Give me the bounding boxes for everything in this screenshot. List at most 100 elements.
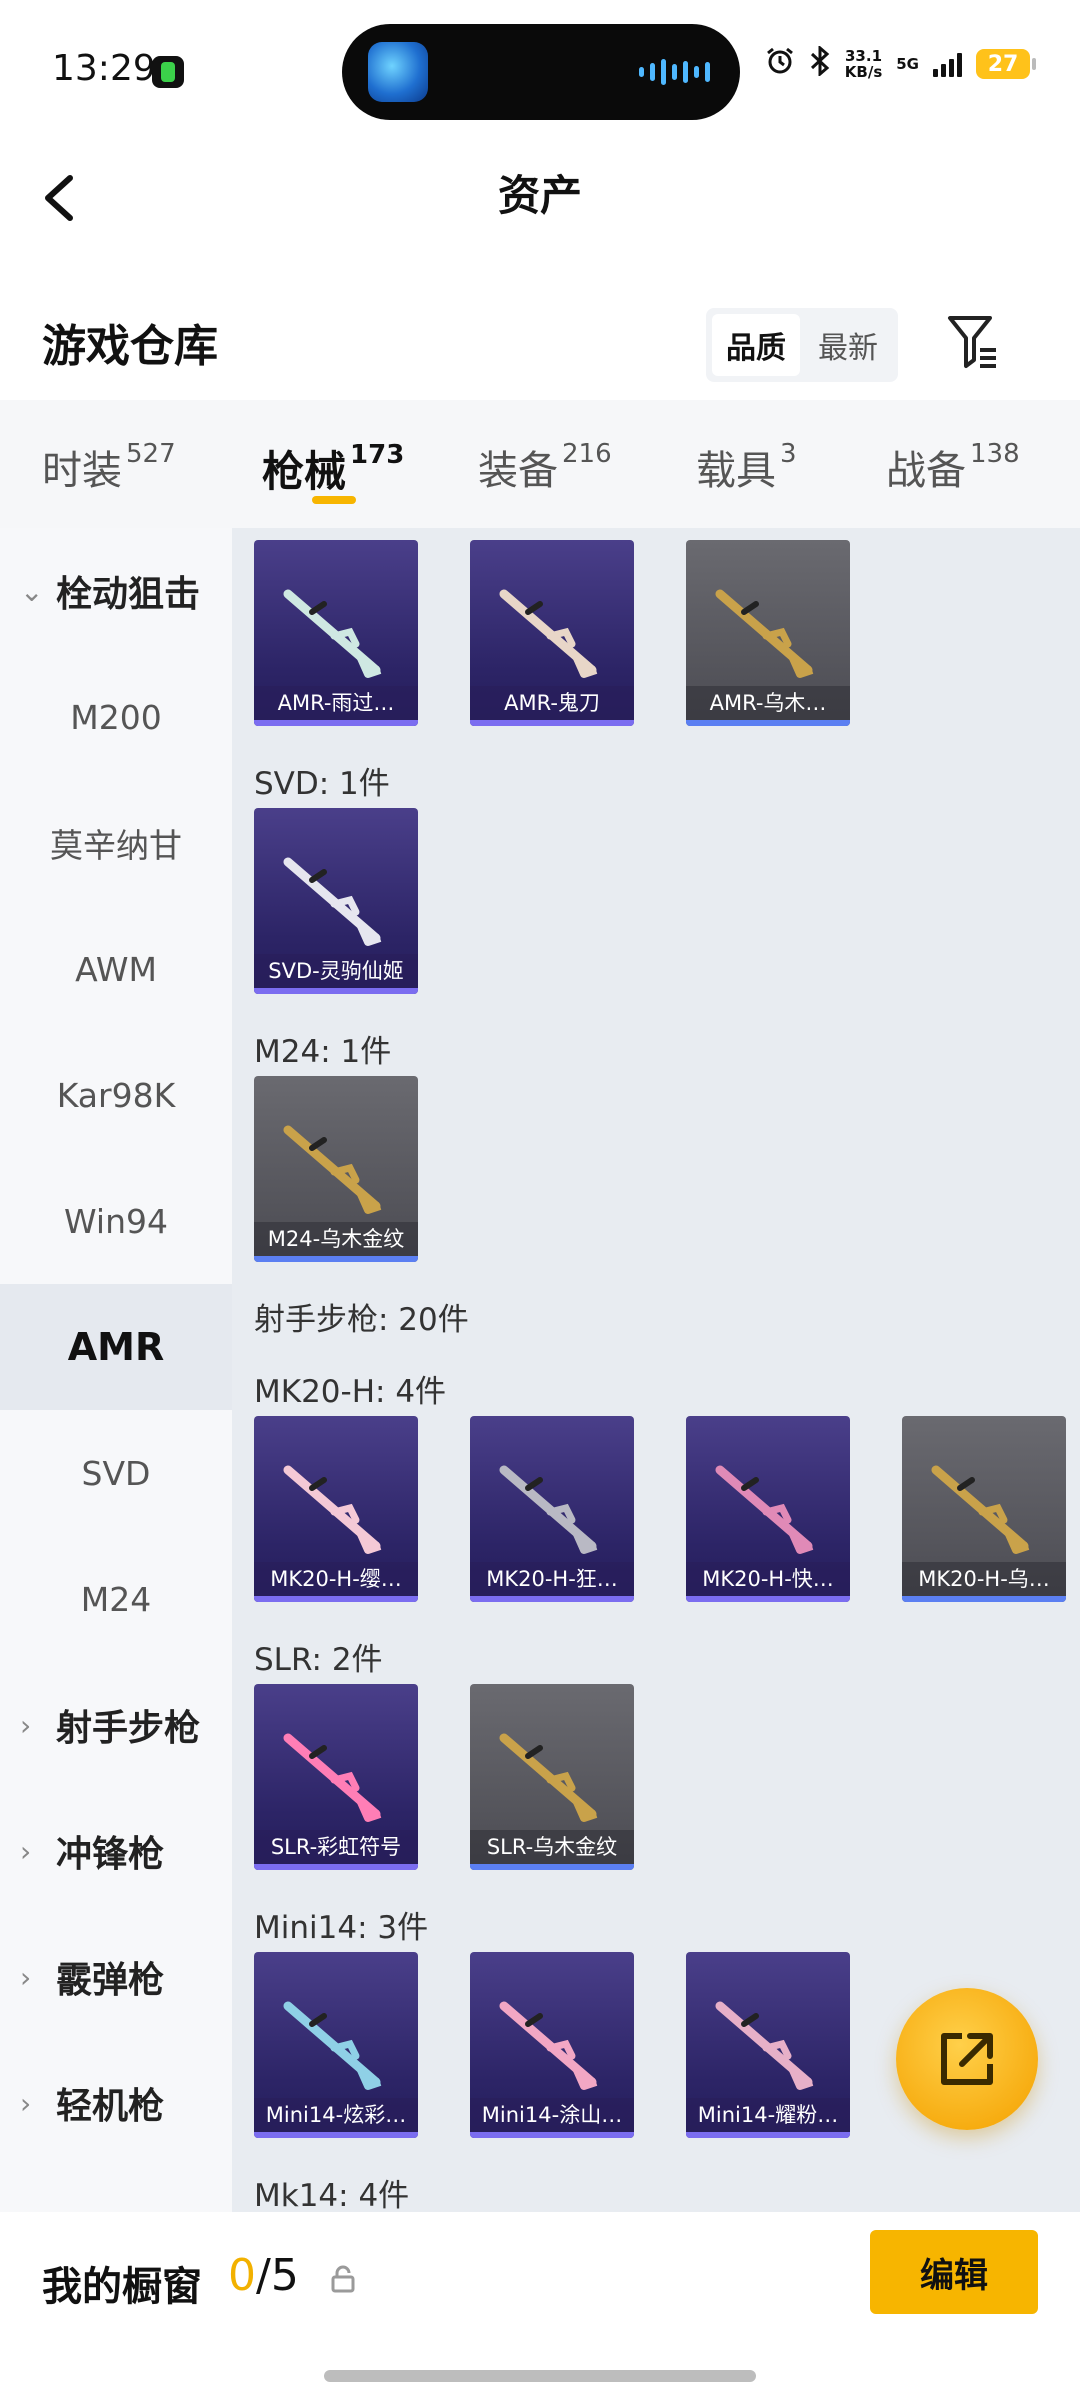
showcase-total: /5 <box>256 2250 299 2301</box>
sort-toggle: 品质 最新 <box>706 308 898 382</box>
tab-supplies[interactable]: 战备 138 <box>886 438 1020 496</box>
gun-icon <box>283 589 382 678</box>
tab-fashion[interactable]: 时装 527 <box>42 438 176 496</box>
item-card[interactable]: MK20-H-快… <box>686 1416 850 1602</box>
tab-count: 138 <box>970 438 1020 469</box>
sidebar-item-win94[interactable]: Win94 <box>0 1158 232 1284</box>
group-label: MK20-H: 4件 <box>254 1374 447 1410</box>
filter-button[interactable] <box>944 310 1004 374</box>
chevron-right-icon: › <box>20 2086 32 2120</box>
media-thumbnail <box>368 42 428 102</box>
sidebar-group-shotgun[interactable]: › 霰弹枪 <box>0 1914 232 2040</box>
sidebar-item-label: 栓动狙击 <box>56 574 201 615</box>
sidebar-group-smg[interactable]: › 冲锋枪 <box>0 1788 232 1914</box>
rarity-bar <box>470 2132 634 2138</box>
gun-icon <box>283 1465 382 1554</box>
showcase-title: 我的橱窗 <box>42 2264 202 2310</box>
rarity-bar <box>254 988 418 994</box>
tab-label: 战备 <box>886 448 966 494</box>
sidebar-item-label: Win94 <box>64 1201 168 1241</box>
tab-vehicles[interactable]: 载具 3 <box>696 438 797 496</box>
item-card[interactable]: SLR-乌木金纹 <box>470 1684 634 1870</box>
nav-bar: 资产 <box>0 140 1080 260</box>
rarity-bar <box>254 1256 418 1262</box>
sidebar-item-label: 射手步枪 <box>56 1708 201 1749</box>
chevron-right-icon: › <box>20 1834 32 1868</box>
active-tab-indicator <box>312 496 356 504</box>
signal-icon <box>933 51 962 77</box>
sidebar-item-label: 霰弹枪 <box>56 1960 165 2001</box>
battery-level: 27 <box>987 51 1019 77</box>
item-name: Mini14-涂山… <box>470 2098 634 2132</box>
gun-icon <box>499 589 598 678</box>
sidebar-item-amr[interactable]: AMR <box>0 1284 232 1410</box>
item-name: MK20-H-快… <box>686 1562 850 1596</box>
group-label: Mini14: 3件 <box>254 1910 429 1946</box>
tab-label: 枪械 <box>262 447 347 496</box>
warehouse-header: 游戏仓库 品质 最新 <box>0 280 1080 400</box>
sidebar-item-kar98k[interactable]: Kar98K <box>0 1032 232 1158</box>
chevron-right-icon: › <box>20 1960 32 1994</box>
rarity-bar <box>902 1596 1066 1602</box>
net-type: 5G <box>896 56 919 72</box>
item-card[interactable]: M24-乌木金纹 <box>254 1076 418 1262</box>
item-name: SVD-灵驹仙姬 <box>254 954 418 988</box>
sidebar-group-marksman[interactable]: › 射手步枪 <box>0 1662 232 1788</box>
sort-newest-button[interactable]: 最新 <box>804 314 892 376</box>
item-name: MK20-H-缨… <box>254 1562 418 1596</box>
item-name: MK20-H-狂… <box>470 1562 634 1596</box>
sort-quality-button[interactable]: 品质 <box>712 314 800 376</box>
sidebar-item-label: 冲锋枪 <box>56 1834 165 1875</box>
item-card[interactable]: SVD-灵驹仙姬 <box>254 808 418 994</box>
item-card[interactable]: AMR-鬼刀 <box>470 540 634 726</box>
bluetooth-icon <box>809 44 831 82</box>
sidebar-item-label: 莫辛纳甘 <box>50 826 182 865</box>
share-button[interactable] <box>896 1988 1038 2130</box>
item-card[interactable]: MK20-H-缨… <box>254 1416 418 1602</box>
rarity-bar <box>470 1864 634 1870</box>
sidebar-item-label: Kar98K <box>56 1075 176 1115</box>
item-card[interactable]: SLR-彩虹符号 <box>254 1684 418 1870</box>
chevron-down-icon: ⌄ <box>20 574 44 608</box>
item-card[interactable]: MK20-H-乌… <box>902 1416 1066 1602</box>
status-bar: 13:29 33.1 KB/s 5G 27 <box>0 0 1080 140</box>
gun-icon <box>283 1733 382 1822</box>
gun-icon <box>283 1125 382 1214</box>
status-time: 13:29 <box>52 48 156 89</box>
item-name: SLR-彩虹符号 <box>254 1830 418 1864</box>
sidebar: ⌄ 栓动狙击 M200 莫辛纳甘 AWM Kar98K Win94 AMR SVD… <box>0 528 232 2212</box>
gun-icon <box>931 1465 1030 1554</box>
item-name: MK20-H-乌… <box>902 1562 1066 1596</box>
item-grid[interactable]: AMR-雨过… AMR-鬼刀 AMR-乌木… SVD: 1件 SVD-灵驹仙姬 M24: … <box>232 528 1080 2212</box>
item-card[interactable]: Mini14-炫彩… <box>254 1952 418 2138</box>
gun-icon <box>283 857 382 946</box>
rarity-bar <box>470 720 634 726</box>
item-card[interactable]: AMR-乌木… <box>686 540 850 726</box>
edit-button[interactable]: 编辑 <box>870 2230 1038 2314</box>
sidebar-item-awm[interactable]: AWM <box>0 906 232 1032</box>
sidebar-item-mosin[interactable]: 莫辛纳甘 <box>0 780 232 906</box>
rarity-bar <box>254 2132 418 2138</box>
tab-equipment[interactable]: 装备 216 <box>478 438 612 496</box>
gun-icon <box>499 2001 598 2090</box>
app-notification-icon <box>152 56 184 88</box>
rarity-bar <box>254 1596 418 1602</box>
net-speed-unit: KB/s <box>844 63 883 81</box>
sidebar-group-lmg[interactable]: › 轻机枪 <box>0 2040 232 2166</box>
sidebar-item-svd[interactable]: SVD <box>0 1410 232 1536</box>
item-card[interactable]: AMR-雨过… <box>254 540 418 726</box>
gun-icon <box>715 589 814 678</box>
alarm-icon <box>765 46 795 82</box>
sidebar-item-m24[interactable]: M24 <box>0 1536 232 1662</box>
dynamic-island[interactable] <box>342 24 740 120</box>
warehouse-title: 游戏仓库 <box>42 321 218 372</box>
sidebar-item-m200[interactable]: M200 <box>0 654 232 780</box>
item-card[interactable]: Mini14-耀粉… <box>686 1952 850 2138</box>
audio-wave-icon <box>639 58 710 86</box>
sidebar-item-label: 轻机枪 <box>56 2086 165 2127</box>
item-card[interactable]: MK20-H-狂… <box>470 1416 634 1602</box>
tab-count: 3 <box>780 438 797 469</box>
tab-guns[interactable]: 枪械 173 <box>262 438 404 499</box>
sidebar-group-bolt-sniper[interactable]: ⌄ 栓动狙击 <box>0 528 232 654</box>
item-card[interactable]: Mini14-涂山… <box>470 1952 634 2138</box>
